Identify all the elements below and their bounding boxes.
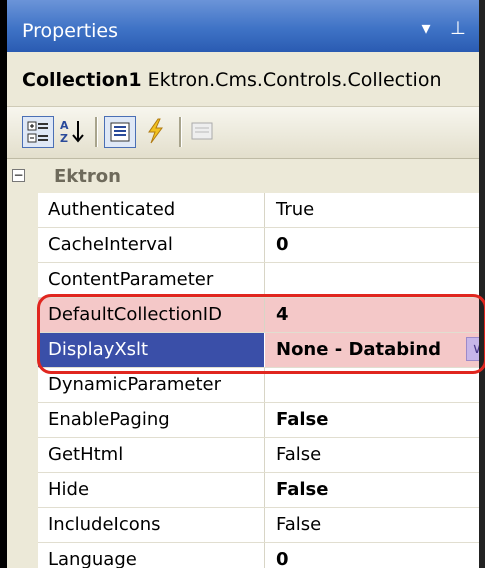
property-grid: − Ektron Authenticated True CacheInterva… [7,159,479,568]
property-name: Authenticated [48,199,176,220]
property-row-authenticated[interactable]: Authenticated True [38,193,479,228]
properties-toolbar: A Z [7,107,479,159]
svg-text:Z: Z [60,132,68,145]
property-row-dynamicparameter[interactable]: DynamicParameter [38,368,479,403]
property-value[interactable]: 0 [276,234,289,255]
right-window-border [479,0,485,568]
property-value[interactable]: False [276,479,328,500]
property-name: Hide [48,479,90,500]
property-row-gethtml[interactable]: GetHtml False [38,438,479,473]
chevron-down-icon[interactable]: ∨ [466,337,479,361]
property-name: IncludeIcons [48,514,161,535]
property-name: ContentParameter [48,269,214,290]
properties-panel: Properties ▾ ⊥ Collection1 Ektron.Cms.Co… [7,0,479,568]
pin-icon[interactable]: ⊥ [443,14,473,44]
property-value[interactable]: True [276,199,314,220]
toolbar-separator [95,117,98,147]
properties-icon[interactable] [104,116,136,148]
alphabetical-icon[interactable]: A Z [57,116,89,148]
selected-object-type: Ektron.Cms.Controls.Collection [147,69,442,91]
property-row-defaultcollectionid[interactable]: DefaultCollectionID 4 [38,298,479,333]
property-name: DynamicParameter [48,374,222,395]
property-row-includeicons[interactable]: IncludeIcons False [38,508,479,543]
property-row-hide[interactable]: Hide False [38,473,479,508]
property-pages-icon[interactable] [187,116,219,148]
panel-titlebar[interactable]: Properties ▾ ⊥ [7,0,479,52]
selected-object-name: Collection1 [22,69,142,91]
property-row-displayxslt[interactable]: DisplayXslt None - Databind ∨ [38,333,479,368]
window-position-dropdown-icon[interactable]: ▾ [411,14,441,44]
property-row-language[interactable]: Language 0 [38,543,479,568]
property-name: DefaultCollectionID [48,304,222,325]
property-value[interactable]: None - Databind [276,339,441,360]
left-window-border [0,0,7,568]
property-row-cacheinterval[interactable]: CacheInterval 0 [38,228,479,263]
property-value[interactable]: False [276,409,328,430]
property-value[interactable]: False [276,444,321,465]
property-name: Language [48,549,137,568]
property-row-contentparameter[interactable]: ContentParameter [38,263,479,298]
property-value[interactable]: 4 [276,304,289,325]
property-name: GetHtml [48,444,124,465]
property-name: DisplayXslt [48,339,149,360]
property-name: CacheInterval [48,234,173,255]
category-label: Ektron [54,166,121,187]
collapse-icon[interactable]: − [12,169,25,182]
object-selector[interactable]: Collection1 Ektron.Cms.Controls.Collecti… [7,52,479,107]
toolbar-separator [179,117,182,147]
svg-text:A: A [60,119,69,132]
property-value[interactable]: 0 [276,549,289,568]
categorized-icon[interactable] [22,116,54,148]
property-value[interactable]: False [276,514,321,535]
grid-gutter [7,159,38,568]
category-row-ektron[interactable]: − Ektron [7,159,479,193]
property-name: EnablePaging [48,409,170,430]
panel-title: Properties [22,20,119,42]
events-icon[interactable] [140,116,172,148]
property-row-enablepaging[interactable]: EnablePaging False [38,403,479,438]
